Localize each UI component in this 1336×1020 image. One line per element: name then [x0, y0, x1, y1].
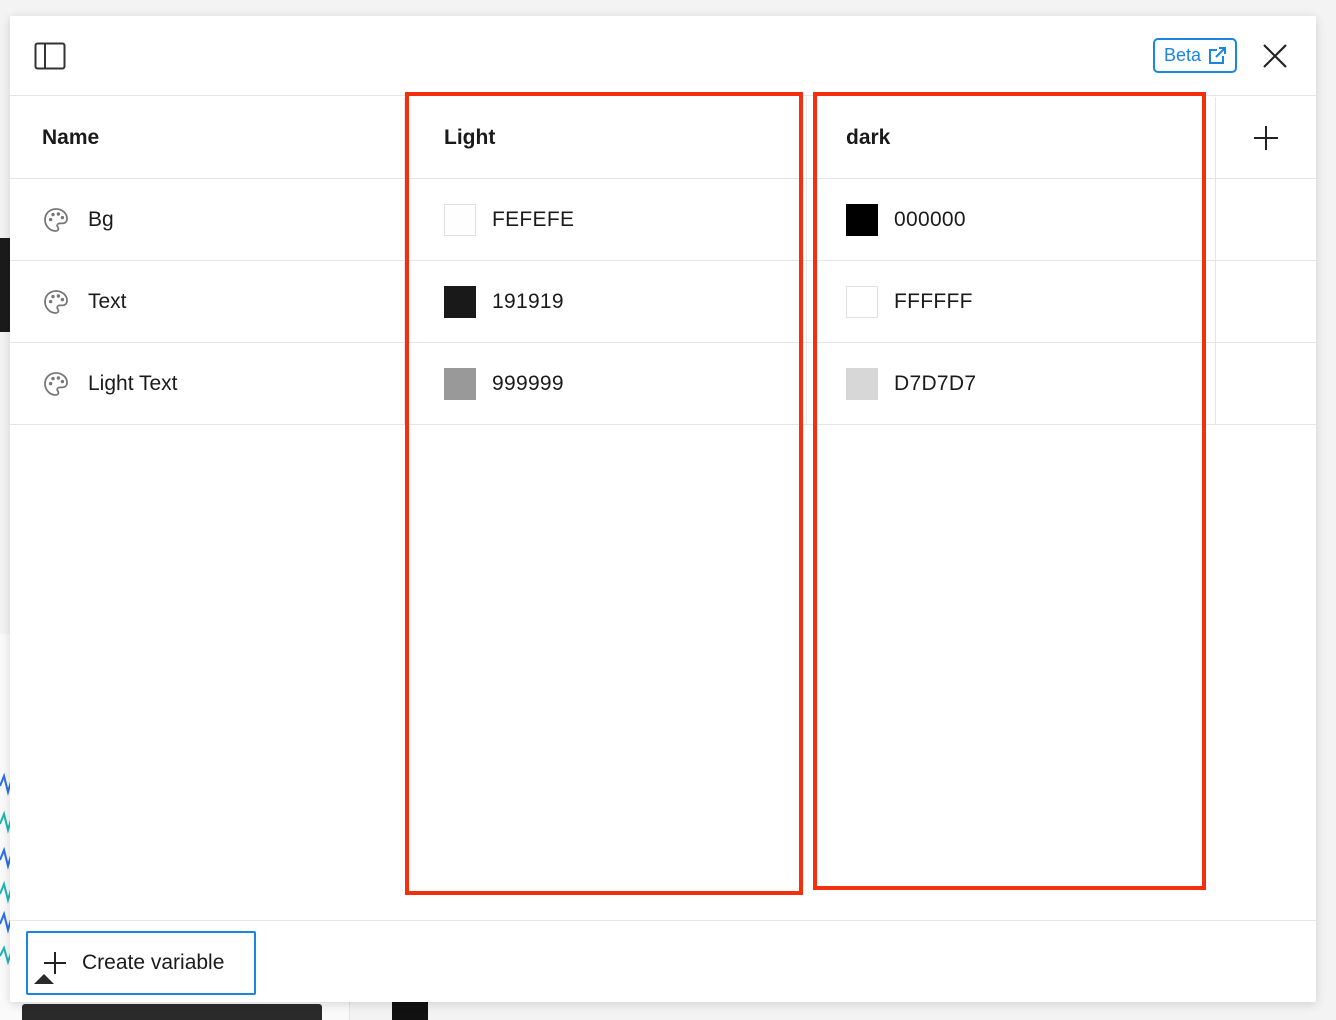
sidebar-toggle-icon[interactable] — [34, 42, 66, 70]
variables-table: Name Light dark Bg FEFEFE 000000 Text 19… — [10, 97, 1316, 425]
value-cell-dark[interactable]: D7D7D7 — [806, 343, 1216, 425]
close-icon[interactable] — [1262, 43, 1288, 69]
hex-value: 999999 — [492, 372, 564, 395]
beta-badge[interactable]: Beta — [1153, 38, 1238, 73]
column-header-mode-dark[interactable]: dark — [806, 97, 1216, 179]
variables-modal: Beta Name Light dark Bg FEFEFE 000000 Te… — [10, 16, 1316, 1002]
variable-name-cell[interactable]: Light Text — [10, 343, 404, 425]
external-link-icon — [1209, 47, 1227, 64]
hex-value: FFFFFF — [894, 290, 973, 313]
color-swatch[interactable] — [846, 368, 878, 400]
add-mode-button[interactable] — [1216, 97, 1316, 179]
value-cell-light[interactable]: 191919 — [404, 261, 806, 343]
table-row[interactable]: Text 191919 FFFFFF — [10, 261, 1316, 343]
hex-value: 000000 — [894, 208, 966, 231]
variable-name-cell[interactable]: Bg — [10, 179, 404, 261]
table-header-row: Name Light dark — [10, 97, 1316, 179]
color-swatch[interactable] — [444, 368, 476, 400]
column-header-mode-light[interactable]: Light — [404, 97, 806, 179]
background-block — [392, 1002, 428, 1020]
tooltip-arrow — [34, 974, 54, 984]
column-header-name: Name — [42, 126, 100, 149]
column-divider — [1215, 97, 1216, 425]
value-cell-dark[interactable]: 000000 — [806, 179, 1216, 261]
add-mode-icon — [1254, 126, 1278, 150]
column-divider — [404, 97, 405, 425]
modal-header: Beta — [10, 16, 1316, 96]
table-row[interactable]: Light Text 999999 D7D7D7 — [10, 343, 1316, 425]
value-cell-dark[interactable]: FFFFFF — [806, 261, 1216, 343]
variable-name: Light Text — [88, 372, 178, 395]
beta-label: Beta — [1164, 45, 1202, 65]
value-cell-light[interactable]: FEFEFE — [404, 179, 806, 261]
color-swatch[interactable] — [444, 204, 476, 236]
value-cell-light[interactable]: 999999 — [404, 343, 806, 425]
palette-icon — [44, 208, 68, 232]
color-swatch[interactable] — [846, 204, 878, 236]
plus-icon — [44, 952, 66, 974]
color-swatch[interactable] — [846, 286, 878, 318]
variable-name-cell[interactable]: Text — [10, 261, 404, 343]
palette-icon — [44, 372, 68, 396]
color-swatch[interactable] — [444, 286, 476, 318]
table-row[interactable]: Bg FEFEFE 000000 — [10, 179, 1316, 261]
palette-icon — [44, 290, 68, 314]
hex-value: 191919 — [492, 290, 564, 313]
create-variable-label: Create variable — [82, 951, 225, 974]
hex-value: FEFEFE — [492, 208, 575, 231]
modal-footer: Create variable — [10, 920, 1316, 1002]
variable-name: Bg — [88, 208, 114, 231]
variable-name: Text — [88, 290, 127, 313]
background-tooltip-bar — [22, 1004, 322, 1020]
create-variable-button[interactable]: Create variable — [26, 931, 256, 995]
hex-value: D7D7D7 — [894, 372, 977, 395]
column-divider — [806, 97, 807, 425]
